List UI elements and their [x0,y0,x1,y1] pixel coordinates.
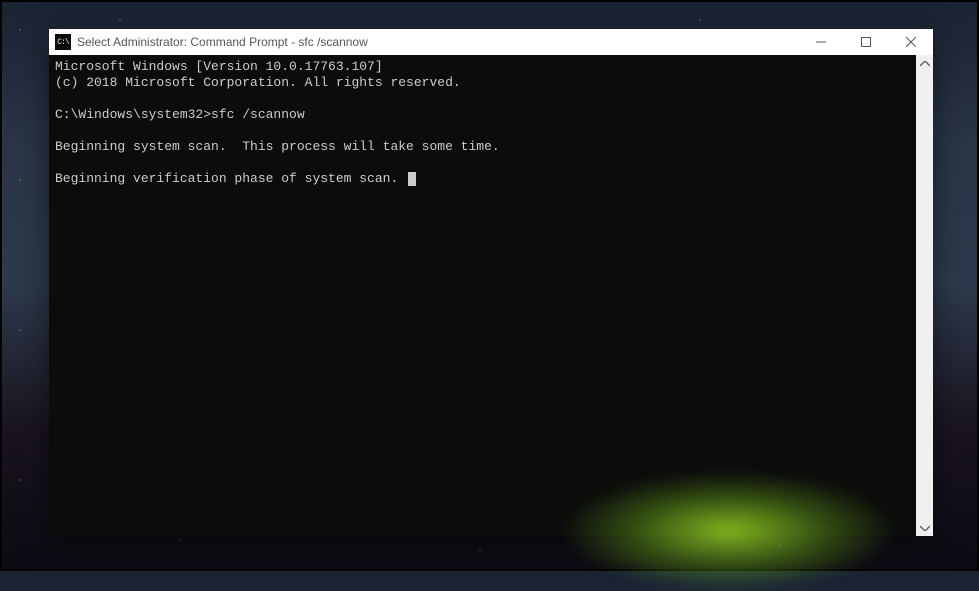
chevron-down-icon [920,525,930,531]
terminal-output[interactable]: Microsoft Windows [Version 10.0.17763.10… [49,55,916,536]
scroll-down-button[interactable] [916,519,933,536]
close-icon [906,37,916,47]
vertical-scrollbar[interactable] [916,55,933,536]
window-controls [798,29,933,55]
close-button[interactable] [888,29,933,55]
chevron-up-icon [920,61,930,67]
terminal-line [55,155,910,171]
terminal-line: Beginning verification phase of system s… [55,171,910,187]
cmd-icon: C:\ [55,34,71,50]
maximize-icon [861,37,871,47]
command-prompt-window: C:\ Select Administrator: Command Prompt… [49,29,933,536]
terminal-line [55,91,910,107]
terminal-line: C:\Windows\system32>sfc /scannow [55,107,910,123]
maximize-button[interactable] [843,29,888,55]
terminal-line: Microsoft Windows [Version 10.0.17763.10… [55,59,910,75]
minimize-button[interactable] [798,29,843,55]
window-title: Select Administrator: Command Prompt - s… [77,35,798,49]
minimize-icon [816,37,826,47]
terminal-line [55,123,910,139]
terminal-cursor [408,172,416,186]
client-area: Microsoft Windows [Version 10.0.17763.10… [49,55,933,536]
scroll-up-button[interactable] [916,55,933,72]
titlebar[interactable]: C:\ Select Administrator: Command Prompt… [49,29,933,55]
terminal-line: Beginning system scan. This process will… [55,139,910,155]
terminal-line: (c) 2018 Microsoft Corporation. All righ… [55,75,910,91]
